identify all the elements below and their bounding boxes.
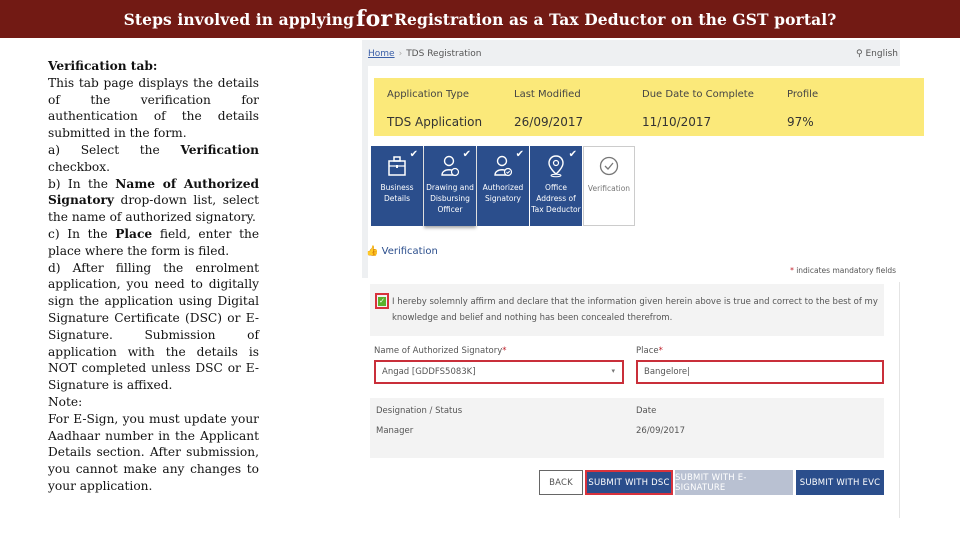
declaration-panel: ✓ I hereby solemnly affirm and declare t…: [370, 284, 884, 336]
mandatory-note-text: indicates mandatory fields: [796, 266, 896, 275]
language-label: English: [865, 49, 899, 59]
step-tab-business-details[interactable]: ✔ Business Details: [371, 146, 423, 226]
checkmark-icon: ✔: [409, 149, 418, 160]
checkmark-icon: ✔: [462, 149, 471, 160]
required-star-icon: *: [790, 266, 794, 275]
breadcrumb: Home › TDS Registration: [368, 49, 481, 59]
required-star-icon: *: [502, 346, 507, 356]
step-label: Office Address of Tax Deductor: [531, 183, 581, 214]
verification-checkbox[interactable]: ✓: [375, 293, 389, 309]
step-a-bold: Verification: [180, 142, 260, 157]
step-label: Business Details: [380, 183, 414, 203]
step-c-bold: Place: [115, 226, 153, 241]
portal-screenshot: Home › TDS Registration ⚲ English Applicat…: [362, 40, 924, 518]
mandatory-note: * indicates mandatory fields: [790, 266, 896, 275]
registration-steps: ✔ Business Details ✔ Drawing and Disburs…: [371, 146, 635, 226]
step-c-text: c) In the: [48, 226, 108, 241]
summary-value-due: 11/10/2017: [642, 115, 712, 129]
signatory-select-value: Angad [GDDFS5083K]: [382, 367, 476, 377]
instructions-step-a: a) Select the Verification checkbox.: [48, 142, 259, 176]
step-a-text: a) Select the: [48, 142, 160, 157]
checkmark-icon: ✔: [568, 149, 577, 160]
note-text: For E-Sign, you must update your Aadhaar…: [48, 411, 259, 493]
slide-title: Steps involved in applying for Registrat…: [0, 0, 960, 38]
slide-title-emph: for: [356, 6, 393, 32]
summary-value-type: TDS Application: [387, 115, 483, 129]
breadcrumb-separator: ›: [398, 49, 403, 59]
declaration-text: I hereby solemnly affirm and declare tha…: [392, 297, 878, 323]
signatory-label-text: Name of Authorized Signatory: [374, 346, 503, 356]
slide-title-part1: Steps involved in applying: [123, 9, 355, 29]
instructions-intro: This tab page displays the details of th…: [48, 75, 259, 141]
verification-heading-text: Verification: [381, 246, 438, 257]
summary-header-profile: Profile: [787, 89, 819, 100]
signatory-select[interactable]: Angad [GDDFS5083K] ▾: [374, 360, 624, 384]
user-check-icon: [494, 155, 513, 177]
checkmark-icon: ✔: [515, 149, 524, 160]
chevron-down-icon: ▾: [611, 367, 615, 375]
step-tab-authorized-signatory[interactable]: ✔ Authorized Signatory: [477, 146, 529, 226]
required-star-icon: *: [658, 346, 663, 356]
breadcrumb-current: TDS Registration: [406, 49, 482, 59]
note-label: Note:: [48, 394, 83, 409]
checkbox-checked-icon: ✓: [378, 296, 386, 306]
summary-header-due: Due Date to Complete: [642, 89, 754, 100]
summary-header-type: Application Type: [387, 89, 470, 100]
place-input[interactable]: Bangelore|: [636, 360, 884, 384]
instructions-heading: Verification tab:: [48, 59, 158, 73]
thumbs-up-icon: 👍: [366, 246, 379, 257]
briefcase-icon: [388, 156, 406, 176]
instructions-step-b: b) In the Name of Authorized Signatory d…: [48, 176, 259, 226]
step-tab-verification[interactable]: Verification: [583, 146, 635, 226]
globe-icon: ⚲: [856, 49, 863, 59]
summary-value-profile: 97%: [787, 115, 814, 129]
date-value: 26/09/2017: [636, 426, 685, 436]
designation-label: Designation / Status: [376, 406, 463, 416]
step-label: Drawing and Disbursing Officer: [426, 183, 474, 214]
instructions-step-d: d) After filling the enrolment applicati…: [48, 260, 259, 393]
place-label: Place*: [636, 346, 663, 356]
instructions-text: Verification tab: This tab page displays…: [48, 58, 259, 495]
slide-title-part2: Registration as a Tax Deductor on the GS…: [394, 9, 837, 29]
submit-buttons: BACK SUBMIT WITH DSC SUBMIT WITH E-SIGNA…: [539, 470, 884, 495]
location-pin-icon: [548, 155, 564, 178]
application-summary-grid: Application Type Last Modified Due Date …: [374, 80, 924, 136]
step-tab-drawing-officer[interactable]: ✔ Drawing and Disbursing Officer: [424, 146, 476, 226]
step-label: Authorized Signatory: [482, 183, 524, 203]
breadcrumb-home-link[interactable]: Home: [368, 49, 395, 59]
signatory-label: Name of Authorized Signatory*: [374, 346, 507, 356]
submit-with-esignature-button[interactable]: SUBMIT WITH E-SIGNATURE: [675, 470, 793, 495]
user-icon: [441, 155, 460, 177]
divider: [899, 282, 900, 518]
summary-header-modified: Last Modified: [514, 89, 581, 100]
step-tab-office-address[interactable]: ✔ Office Address of Tax Deductor: [530, 146, 582, 226]
back-button[interactable]: BACK: [539, 470, 583, 495]
check-circle-icon: [599, 156, 619, 176]
language-selector[interactable]: ⚲ English: [856, 49, 898, 59]
step-a-post: checkbox.: [48, 159, 110, 174]
date-label: Date: [636, 406, 657, 416]
signatory-place-row: Name of Authorized Signatory* Angad [GDD…: [370, 340, 884, 390]
step-label: Verification: [587, 184, 631, 193]
designation-value: Manager: [376, 426, 414, 436]
summary-value-modified: 26/09/2017: [514, 115, 584, 129]
instructions-step-c: c) In the Place field, enter the place w…: [48, 226, 259, 260]
text-cursor: |: [687, 367, 691, 377]
verification-heading: 👍 Verification: [366, 246, 438, 257]
designation-panel: Designation / Status Manager Date 26/09/…: [370, 398, 884, 458]
place-label-text: Place: [636, 346, 659, 356]
step-b-text: b) In the: [48, 176, 108, 191]
submit-with-dsc-button[interactable]: SUBMIT WITH DSC: [585, 470, 673, 495]
submit-with-evc-button[interactable]: SUBMIT WITH EVC: [796, 470, 884, 495]
place-input-value: Bangelore: [644, 367, 688, 377]
